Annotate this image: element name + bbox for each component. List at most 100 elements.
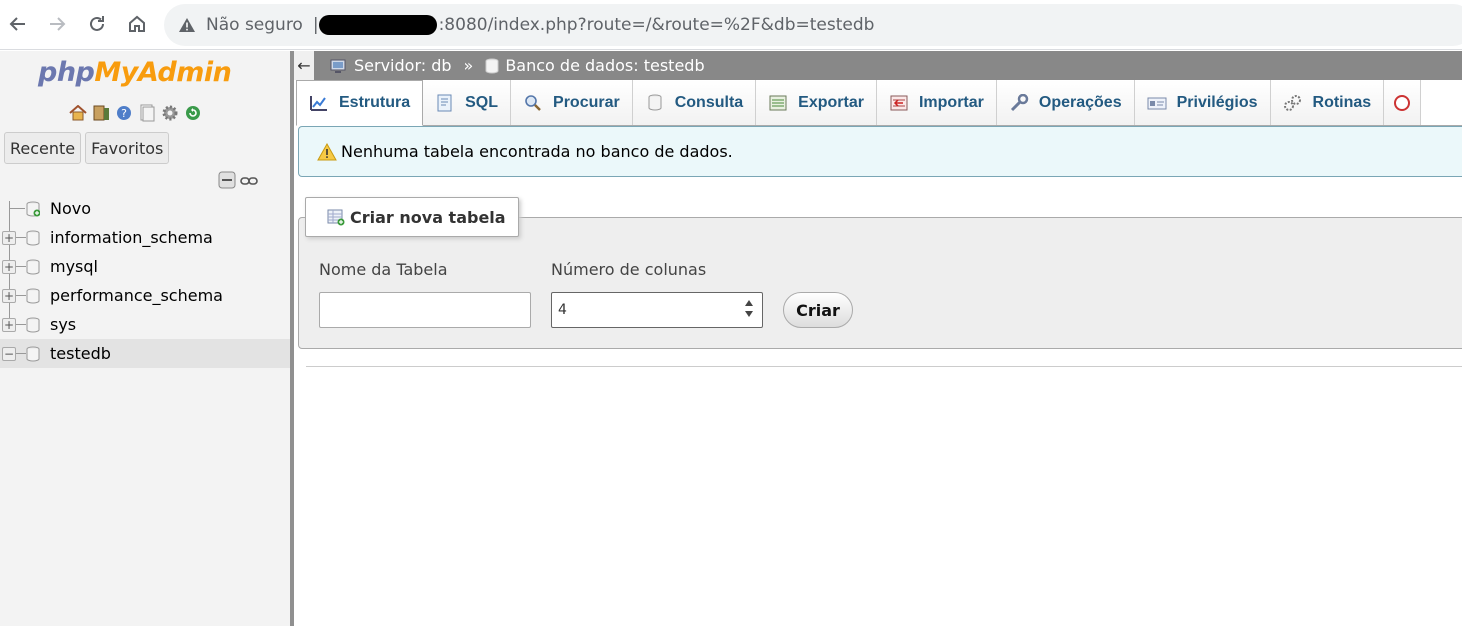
logo-admin: Admin (137, 57, 232, 88)
tree-item-testedb[interactable]: − testedb (0, 339, 290, 368)
database-icon (26, 346, 40, 362)
database-icon (26, 230, 40, 246)
tree-branch (16, 324, 26, 325)
tree-branch (16, 353, 26, 354)
tree-item-label: performance_schema (50, 286, 223, 305)
tab-sql[interactable]: SQL (423, 80, 512, 125)
home-icon[interactable] (121, 8, 153, 40)
database-tabs: Estrutura SQL Procurar Consulta Exportar… (296, 80, 1462, 126)
privileges-icon (1147, 97, 1167, 109)
table-name-input[interactable] (319, 292, 531, 328)
breadcrumb-database[interactable]: Banco de dados: testedb (485, 56, 705, 75)
database-icon (26, 259, 40, 275)
routines-icon (1283, 94, 1301, 111)
tree-item-mysql[interactable]: + mysql (0, 252, 290, 281)
server-icon (330, 59, 346, 73)
recent-favorites-tabs: Recente Favoritos (4, 132, 170, 164)
create-table-button[interactable]: Criar (783, 292, 853, 328)
collapse-minus-icon[interactable]: − (2, 346, 16, 361)
recent-button[interactable]: Recente (4, 132, 82, 164)
tree-branch (16, 266, 26, 267)
divider (306, 366, 1462, 367)
docs-icon[interactable] (137, 103, 157, 123)
expand-plus-icon[interactable]: + (2, 230, 16, 245)
favorites-button[interactable]: Favoritos (85, 132, 170, 164)
tab-privileges[interactable]: Privilégios (1134, 80, 1271, 125)
columns-count-input[interactable]: 4 (551, 292, 763, 328)
logout-icon[interactable] (91, 103, 111, 123)
home-icon[interactable] (68, 103, 88, 123)
logo-php: php (38, 57, 95, 88)
events-icon (1394, 94, 1411, 111)
navigation-resizer[interactable] (290, 51, 294, 626)
structure-icon (310, 96, 327, 111)
tab-label: SQL (465, 93, 499, 111)
address-bar[interactable]: Não seguro | :8080/index.php?route=/&rou… (164, 4, 1462, 46)
new-table-icon (327, 209, 345, 226)
tab-search[interactable]: Procurar (511, 80, 633, 125)
link-with-main-icon[interactable] (240, 174, 258, 192)
expand-plus-icon[interactable]: + (2, 288, 16, 303)
query-icon (648, 94, 662, 111)
breadcrumb: ← Servidor: db » Banco de dados: testedb (294, 51, 1462, 80)
settings-gear-icon[interactable] (160, 103, 180, 123)
tab-operations[interactable]: Operações (996, 80, 1135, 125)
svg-text:?: ? (121, 107, 127, 120)
collapse-all-icon[interactable] (218, 171, 236, 194)
nav-quick-icons: ? (68, 103, 203, 123)
spinner-up-icon[interactable] (744, 299, 754, 307)
tab-structure[interactable]: Estrutura (296, 80, 424, 126)
tab-import[interactable]: Importar (876, 80, 997, 125)
breadcrumb-server-label: Servidor: db (354, 56, 452, 75)
tree-branch (16, 295, 26, 296)
wrench-icon (1010, 93, 1029, 111)
tree-branch (16, 237, 26, 238)
tab-label: Estrutura (339, 94, 411, 111)
expand-plus-icon[interactable]: + (2, 259, 16, 274)
tab-label: Rotinas (1312, 93, 1372, 111)
tab-label: Exportar (798, 93, 864, 111)
breadcrumb-server[interactable]: Servidor: db (330, 56, 452, 75)
tree-item-sys[interactable]: + sys (0, 310, 290, 339)
tree-item-label: sys (50, 315, 77, 334)
tree-item-performance-schema[interactable]: + performance_schema (0, 281, 290, 310)
database-icon (485, 58, 499, 74)
collapse-nav-arrow-icon[interactable]: ← (294, 51, 314, 80)
forward-arrow-icon[interactable] (41, 8, 73, 40)
not-secure-label: Não seguro (206, 15, 303, 35)
url-separator: | (312, 15, 319, 35)
database-tree: Novo + information_schema + mysql + perf… (0, 194, 290, 368)
warning-icon (317, 142, 337, 160)
tree-item-label: Novo (50, 199, 92, 218)
help-icon[interactable]: ? (114, 103, 134, 123)
tab-label: Operações (1038, 93, 1122, 111)
tab-label: Privilégios (1176, 93, 1258, 111)
expand-plus-icon[interactable]: + (2, 317, 16, 332)
tab-query[interactable]: Consulta (632, 80, 757, 125)
reload-icon[interactable] (81, 8, 113, 40)
tree-item-information-schema[interactable]: + information_schema (0, 223, 290, 252)
tab-routines[interactable]: Rotinas (1270, 80, 1385, 125)
notice-no-tables: Nenhuma tabela encontrada no banco de da… (298, 126, 1462, 177)
number-spinner[interactable] (744, 299, 754, 318)
new-database-icon (26, 201, 40, 217)
tab-export[interactable]: Exportar (756, 80, 877, 125)
breadcrumb-database-label: Banco de dados: testedb (505, 56, 705, 75)
tab-label: Importar (918, 93, 984, 111)
import-icon (890, 95, 908, 110)
spinner-down-icon[interactable] (744, 310, 754, 318)
tree-item-label: mysql (50, 257, 98, 276)
database-icon (26, 317, 40, 333)
tree-item-label: information_schema (50, 228, 213, 247)
reload-navigation-icon[interactable] (183, 103, 203, 123)
phpmyadmin-logo[interactable]: phpMyAdmin (38, 57, 232, 88)
columns-count-value: 4 (558, 302, 567, 318)
logo-my: My (94, 57, 138, 88)
tab-label: Procurar (553, 93, 620, 111)
tree-tools (218, 171, 258, 194)
back-arrow-icon[interactable] (2, 8, 34, 40)
tab-more[interactable] (1384, 80, 1422, 125)
notice-text: Nenhuma tabela encontrada no banco de da… (341, 142, 733, 161)
breadcrumb-separator: » (463, 56, 474, 75)
tree-item-new[interactable]: Novo (0, 194, 290, 223)
